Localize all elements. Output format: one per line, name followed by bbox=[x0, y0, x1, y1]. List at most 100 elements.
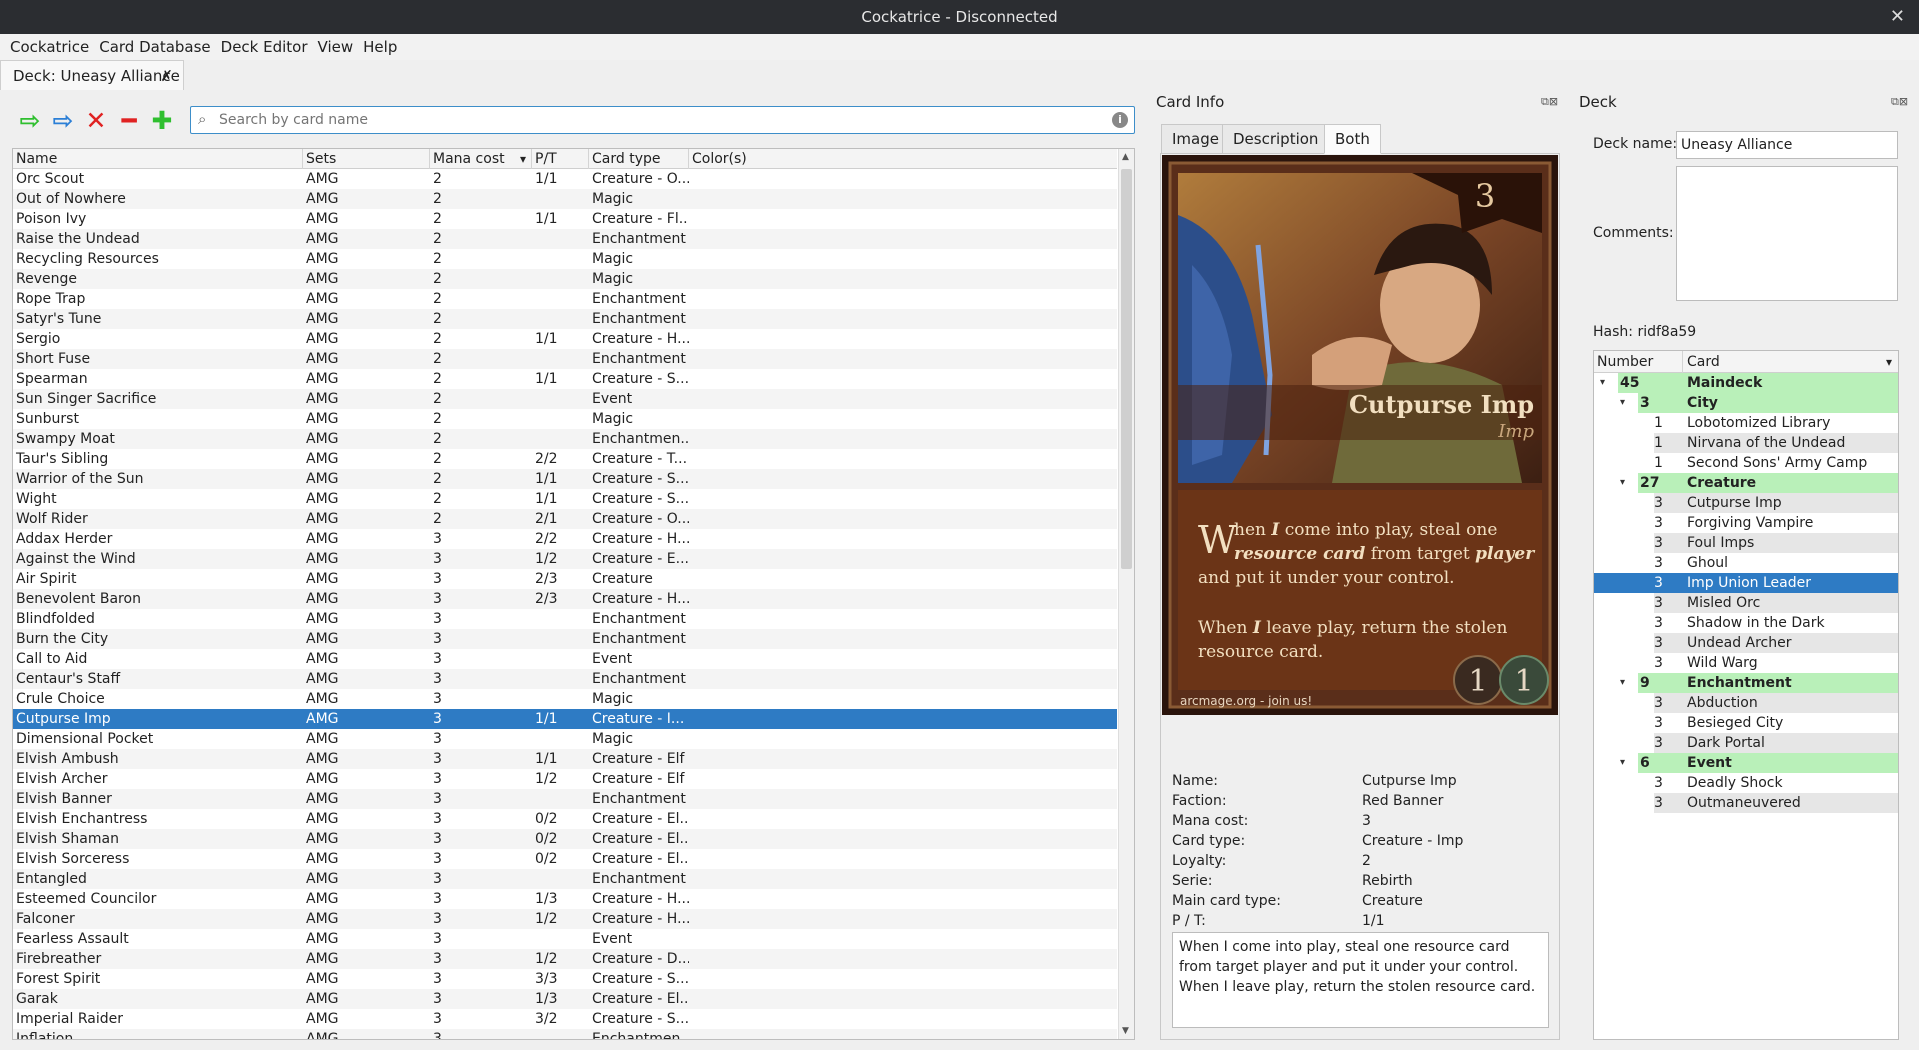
table-row[interactable]: Against the Wind AMG 3 1/2 Creature - E... bbox=[13, 549, 1117, 569]
expand-arrow-icon[interactable]: ▾ bbox=[1620, 753, 1625, 773]
table-row[interactable]: Centaur's Staff AMG 3 Enchantment bbox=[13, 669, 1117, 689]
card-info-dock-buttons[interactable]: ⧉⊠ bbox=[1541, 95, 1558, 109]
tree-group-row[interactable]: ▾ 6 Event bbox=[1594, 753, 1898, 773]
tree-card-row[interactable]: 1 Nirvana of the Undead bbox=[1594, 433, 1898, 453]
table-row[interactable]: Elvish Archer AMG 3 1/2 Creature - Elf bbox=[13, 769, 1117, 789]
tab-image[interactable]: Image bbox=[1161, 124, 1230, 154]
menu-deck-editor[interactable]: Deck Editor bbox=[216, 34, 313, 60]
tree-card-row[interactable]: 3 Undead Archer bbox=[1594, 633, 1898, 653]
tree-card-row[interactable]: 3 Abduction bbox=[1594, 693, 1898, 713]
increment-card-icon[interactable]: ✚ bbox=[148, 108, 176, 134]
expand-arrow-icon[interactable]: ▾ bbox=[1600, 373, 1605, 393]
tree-card-row[interactable]: 3 Wild Warg bbox=[1594, 653, 1898, 673]
table-row[interactable]: Orc Scout AMG 2 1/1 Creature - O... bbox=[13, 169, 1117, 189]
table-row[interactable]: Crule Choice AMG 3 Magic bbox=[13, 689, 1117, 709]
table-row[interactable]: Elvish Ambush AMG 3 1/1 Creature - Elf bbox=[13, 749, 1117, 769]
table-row[interactable]: Satyr's Tune AMG 2 Enchantment bbox=[13, 309, 1117, 329]
tree-card-row[interactable]: 3 Misled Orc bbox=[1594, 593, 1898, 613]
table-row[interactable]: Raise the Undead AMG 2 Enchantment bbox=[13, 229, 1117, 249]
menu-card-database[interactable]: Card Database bbox=[94, 34, 215, 60]
tree-card-row[interactable]: 3 Ghoul bbox=[1594, 553, 1898, 573]
tab-description[interactable]: Description bbox=[1222, 124, 1330, 154]
tree-group-row[interactable]: ▾ 45 Maindeck bbox=[1594, 373, 1898, 393]
table-row[interactable]: Blindfolded AMG 3 Enchantment bbox=[13, 609, 1117, 629]
table-row[interactable]: Cutpurse Imp AMG 3 1/1 Creature - I... bbox=[13, 709, 1117, 729]
deck-dock-buttons[interactable]: ⧉⊠ bbox=[1891, 95, 1908, 109]
expand-arrow-icon[interactable]: ▾ bbox=[1620, 673, 1625, 693]
table-row[interactable]: Esteemed Councilor AMG 3 1/3 Creature - H... bbox=[13, 889, 1117, 909]
tree-group-row[interactable]: ▾ 27 Creature bbox=[1594, 473, 1898, 493]
table-row[interactable]: Poison Ivy AMG 2 1/1 Creature - Fl... bbox=[13, 209, 1117, 229]
expand-arrow-icon[interactable]: ▾ bbox=[1620, 473, 1625, 493]
expand-arrow-icon[interactable]: ▾ bbox=[1620, 393, 1625, 413]
tree-card-row[interactable]: 3 Shadow in the Dark bbox=[1594, 613, 1898, 633]
table-row[interactable]: Addax Herder AMG 3 2/2 Creature - H... bbox=[13, 529, 1117, 549]
table-row[interactable]: Elvish Banner AMG 3 Enchantment bbox=[13, 789, 1117, 809]
column-header-card-type[interactable]: Card type bbox=[589, 149, 689, 169]
info-icon[interactable]: i bbox=[1112, 112, 1128, 128]
table-row[interactable]: Call to Aid AMG 3 Event bbox=[13, 649, 1117, 669]
scroll-up-icon[interactable]: ▲ bbox=[1122, 152, 1129, 162]
search-input[interactable] bbox=[217, 109, 1097, 131]
table-row[interactable]: Out of Nowhere AMG 2 Magic bbox=[13, 189, 1117, 209]
tree-card-row[interactable]: 1 Second Sons' Army Camp bbox=[1594, 453, 1898, 473]
table-row[interactable]: Falconer AMG 3 1/2 Creature - H... bbox=[13, 909, 1117, 929]
tab-both[interactable]: Both bbox=[1324, 124, 1381, 154]
tree-card-row[interactable]: 3 Cutpurse Imp bbox=[1594, 493, 1898, 513]
table-row[interactable]: Fearless Assault AMG 3 Event bbox=[13, 929, 1117, 949]
menu-view[interactable]: View bbox=[313, 34, 359, 60]
table-row[interactable]: Dimensional Pocket AMG 3 Magic bbox=[13, 729, 1117, 749]
tree-card-row[interactable]: 3 Forgiving Vampire bbox=[1594, 513, 1898, 533]
tab-close-icon[interactable]: ✗ bbox=[160, 61, 173, 91]
table-row[interactable]: Imperial Raider AMG 3 3/2 Creature - S... bbox=[13, 1009, 1117, 1029]
add-to-maindeck-icon[interactable]: ⇨ bbox=[16, 108, 44, 134]
tree-card-row[interactable]: 3 Imp Union Leader bbox=[1594, 573, 1898, 593]
table-row[interactable]: Elvish Shaman AMG 3 0/2 Creature - El... bbox=[13, 829, 1117, 849]
table-row[interactable]: Sun Singer Sacrifice AMG 2 Event bbox=[13, 389, 1117, 409]
table-row[interactable]: Benevolent Baron AMG 3 2/3 Creature - H... bbox=[13, 589, 1117, 609]
add-to-sideboard-icon[interactable]: ⇨ bbox=[49, 108, 77, 134]
table-row[interactable]: Burn the City AMG 3 Enchantment bbox=[13, 629, 1117, 649]
decrement-card-icon[interactable]: ━ bbox=[115, 108, 143, 134]
remove-card-icon[interactable]: ✕ bbox=[82, 108, 110, 134]
table-row[interactable]: Elvish Enchantress AMG 3 0/2 Creature - El..… bbox=[13, 809, 1117, 829]
table-row[interactable]: Warrior of the Sun AMG 2 1/1 Creature - S... bbox=[13, 469, 1117, 489]
table-row[interactable]: Elvish Sorceress AMG 3 0/2 Creature - El... bbox=[13, 849, 1117, 869]
window-close-button[interactable]: ✕ bbox=[1890, 0, 1905, 34]
table-row[interactable]: Garak AMG 3 1/3 Creature - El... bbox=[13, 989, 1117, 1009]
scrollbar-thumb[interactable] bbox=[1121, 169, 1132, 569]
column-header-colors[interactable]: Color(s) bbox=[689, 149, 1117, 169]
table-row[interactable]: Wight AMG 2 1/1 Creature - S... bbox=[13, 489, 1117, 509]
tree-card-row[interactable]: 3 Foul Imps bbox=[1594, 533, 1898, 553]
column-header-pt[interactable]: P/T bbox=[532, 149, 589, 169]
tree-card-row[interactable]: 1 Lobotomized Library bbox=[1594, 413, 1898, 433]
menu-help[interactable]: Help bbox=[358, 34, 402, 60]
comments-field[interactable] bbox=[1676, 166, 1898, 301]
tree-card-row[interactable]: 3 Deadly Shock bbox=[1594, 773, 1898, 793]
table-row[interactable]: Rope Trap AMG 2 Enchantment bbox=[13, 289, 1117, 309]
table-row[interactable]: Revenge AMG 2 Magic bbox=[13, 269, 1117, 289]
column-header-number[interactable]: Number bbox=[1597, 351, 1683, 373]
table-row[interactable]: Recycling Resources AMG 2 Magic bbox=[13, 249, 1117, 269]
column-header-mana-cost[interactable]: Mana cost ▾ bbox=[430, 149, 532, 169]
table-row[interactable]: Sergio AMG 2 1/1 Creature - H... bbox=[13, 329, 1117, 349]
column-header-sets[interactable]: Sets bbox=[303, 149, 430, 169]
menu-cockatrice[interactable]: Cockatrice bbox=[5, 34, 94, 60]
table-row[interactable]: Forest Spirit AMG 3 3/3 Creature - S... bbox=[13, 969, 1117, 989]
table-row[interactable]: Air Spirit AMG 3 2/3 Creature bbox=[13, 569, 1117, 589]
table-row[interactable]: Inflation AMG 3 Enchantmen... bbox=[13, 1029, 1117, 1039]
tree-group-row[interactable]: ▾ 9 Enchantment bbox=[1594, 673, 1898, 693]
table-row[interactable]: Short Fuse AMG 2 Enchantment bbox=[13, 349, 1117, 369]
table-row[interactable]: Wolf Rider AMG 2 2/1 Creature - O... bbox=[13, 509, 1117, 529]
column-header-card[interactable]: Card ▾ bbox=[1684, 351, 1898, 373]
tree-group-row[interactable]: ▾ 3 City bbox=[1594, 393, 1898, 413]
tree-card-row[interactable]: 3 Outmaneuvered bbox=[1594, 793, 1898, 813]
table-row[interactable]: Sunburst AMG 2 Magic bbox=[13, 409, 1117, 429]
table-row[interactable]: Swampy Moat AMG 2 Enchantmen... bbox=[13, 429, 1117, 449]
tab-deck[interactable]: Deck: Uneasy Alliance ✗ bbox=[0, 60, 184, 90]
table-row[interactable]: Firebreather AMG 3 1/2 Creature - D... bbox=[13, 949, 1117, 969]
table-row[interactable]: Taur's Sibling AMG 2 2/2 Creature - T... bbox=[13, 449, 1117, 469]
table-row[interactable]: Entangled AMG 3 Enchantment bbox=[13, 869, 1117, 889]
scroll-down-icon[interactable]: ▼ bbox=[1122, 1026, 1129, 1036]
table-scrollbar[interactable]: ▲ ▼ bbox=[1118, 149, 1134, 1039]
